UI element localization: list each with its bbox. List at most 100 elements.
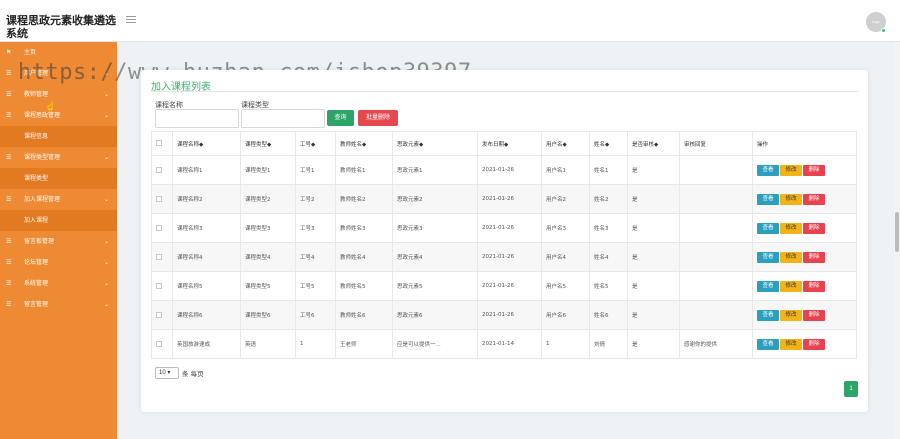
- select-all-cell[interactable]: [151, 131, 173, 156]
- view-button[interactable]: 查看: [757, 280, 779, 292]
- edit-button[interactable]: 修改: [780, 222, 802, 234]
- delete-button[interactable]: 删除: [803, 193, 825, 205]
- sidebar-item[interactable]: ☰ 课程思政管理 ⌄: [0, 105, 117, 126]
- course-name-input[interactable]: [155, 109, 239, 128]
- row-select-cell[interactable]: [151, 300, 173, 330]
- table-cell: 2021-01-26: [477, 184, 542, 214]
- sidebar-item[interactable]: ☰ 加入课程管理 ⌄: [0, 189, 117, 210]
- sidebar-item-label: 留言板管理: [24, 238, 55, 245]
- column-header[interactable]: 姓名◆: [589, 131, 628, 156]
- menu-toggle-icon[interactable]: [126, 16, 136, 24]
- column-header[interactable]: 教师姓名◆: [335, 131, 393, 156]
- view-button[interactable]: 查看: [757, 164, 779, 176]
- app-title: 课程思政元素收集遴选系统: [6, 14, 116, 40]
- view-button[interactable]: 查看: [757, 338, 779, 350]
- view-button[interactable]: 查看: [757, 251, 779, 263]
- course-table: 课程名称◆ 课程类型◆ 工号◆ 教师姓名◆ 思政元素◆ 发布日期◆ 用户名◆ 姓…: [151, 131, 857, 359]
- table-cell: 教师姓名2: [335, 184, 393, 214]
- delete-button[interactable]: 删除: [803, 280, 825, 292]
- sidebar-item[interactable]: ☰ 课程类型管理 ⌄: [0, 147, 117, 168]
- delete-button[interactable]: 删除: [803, 251, 825, 263]
- delete-button[interactable]: 删除: [803, 222, 825, 234]
- row-select-cell[interactable]: [151, 271, 173, 301]
- select-all-checkbox[interactable]: [156, 140, 162, 147]
- delete-button[interactable]: 删除: [803, 338, 825, 350]
- row-checkbox[interactable]: [156, 311, 162, 318]
- chevron-down-icon: ⌄: [103, 196, 109, 203]
- sidebar-item[interactable]: ☰ 留言管理 ⌄: [0, 294, 117, 315]
- edit-button[interactable]: 修改: [780, 338, 802, 350]
- sidebar-item[interactable]: ☰ 系统管理 ⌄: [0, 273, 117, 294]
- row-checkbox[interactable]: [156, 340, 162, 347]
- scrollbar-thumb[interactable]: [895, 212, 899, 252]
- view-button[interactable]: 查看: [757, 193, 779, 205]
- online-status-dot: [881, 28, 886, 33]
- edit-button[interactable]: 修改: [780, 193, 802, 205]
- course-type-input[interactable]: [241, 109, 325, 128]
- column-header[interactable]: 课程名称◆: [172, 131, 241, 156]
- row-select-cell[interactable]: [151, 184, 173, 214]
- sidebar-item[interactable]: 加入课程: [0, 210, 117, 231]
- edit-button[interactable]: 修改: [780, 164, 802, 176]
- delete-button[interactable]: 删除: [803, 164, 825, 176]
- sidebar-item-label: 教师管理: [24, 91, 49, 98]
- table-row: 课程名称3 课程类型3 工号3 教师姓名3 思政元素3 2021-01-26 用户名3 姓名3…: [151, 213, 857, 243]
- table-cell: 2021-01-26: [477, 242, 542, 272]
- table-cell: 是: [627, 271, 680, 301]
- row-checkbox[interactable]: [156, 166, 162, 173]
- row-select-cell[interactable]: [151, 155, 173, 185]
- table-cell: 刘倩: [589, 329, 628, 359]
- table-cell: 教师姓名5: [335, 271, 393, 301]
- table-cell: 工号5: [295, 271, 336, 301]
- menu-icon: ☰: [6, 259, 12, 266]
- table-cell: 姓名3: [589, 213, 628, 243]
- menu-icon: ☰: [6, 196, 12, 203]
- sidebar-item-label: 系统管理: [24, 280, 49, 287]
- row-checkbox[interactable]: [156, 282, 162, 289]
- query-button[interactable]: 查询: [327, 110, 354, 126]
- table-cell: 2021-01-26: [477, 213, 542, 243]
- column-header[interactable]: 课程类型◆: [240, 131, 296, 156]
- table-cell: 应是可以提供一...: [392, 329, 478, 359]
- table-cell: 是: [627, 213, 680, 243]
- page-size-select[interactable]: 10 ▾: [155, 367, 179, 379]
- table-cell: 思政元素2: [392, 184, 478, 214]
- table-cell: 课程名称4: [172, 242, 241, 272]
- column-header[interactable]: 用户名◆: [541, 131, 590, 156]
- table-row: 英国旅游速成 英语 1 王老师 应是可以提供一... 2021-01-14 1 刘倩是感谢你的…: [151, 329, 857, 359]
- edit-button[interactable]: 修改: [780, 309, 802, 321]
- row-select-cell[interactable]: [151, 242, 173, 272]
- sidebar-item[interactable]: 课程信息: [0, 126, 117, 147]
- sidebar-item[interactable]: 课程类型: [0, 168, 117, 189]
- column-header[interactable]: 发布日期◆: [477, 131, 542, 156]
- table-cell: 课程名称3: [172, 213, 241, 243]
- column-header[interactable]: 思政元素◆: [392, 131, 478, 156]
- row-checkbox[interactable]: [156, 253, 162, 260]
- table-cell: 课程名称6: [172, 300, 241, 330]
- chevron-down-icon: ⌄: [103, 280, 109, 287]
- row-checkbox[interactable]: [156, 195, 162, 202]
- table-cell: 思政元素4: [392, 242, 478, 272]
- column-header[interactable]: 是否审核◆: [627, 131, 680, 156]
- view-button[interactable]: 查看: [757, 222, 779, 234]
- sidebar-item[interactable]: ☰ 论坛管理 ⌄: [0, 252, 117, 273]
- page-scrollbar[interactable]: [894, 42, 900, 439]
- table-cell: 教师姓名1: [335, 155, 393, 185]
- delete-button[interactable]: 删除: [803, 309, 825, 321]
- row-checkbox[interactable]: [156, 224, 162, 231]
- row-select-cell[interactable]: [151, 329, 173, 359]
- flag-icon: ⚑: [6, 49, 12, 56]
- table-cell: 工号1: [295, 155, 336, 185]
- table-cell: 思政元素6: [392, 300, 478, 330]
- sidebar-item[interactable]: ☰ 教师管理 ⌄: [0, 84, 117, 105]
- view-button[interactable]: 查看: [757, 309, 779, 321]
- sidebar-item[interactable]: ☰ 留言板管理 ⌄: [0, 231, 117, 252]
- table-cell: 课程名称2: [172, 184, 241, 214]
- table-cell: 姓名1: [589, 155, 628, 185]
- edit-button[interactable]: 修改: [780, 251, 802, 263]
- pagination-page-1[interactable]: 1: [844, 381, 858, 397]
- row-select-cell[interactable]: [151, 213, 173, 243]
- column-header[interactable]: 工号◆: [295, 131, 336, 156]
- batch-delete-button[interactable]: 批量删除: [358, 110, 398, 126]
- edit-button[interactable]: 修改: [780, 280, 802, 292]
